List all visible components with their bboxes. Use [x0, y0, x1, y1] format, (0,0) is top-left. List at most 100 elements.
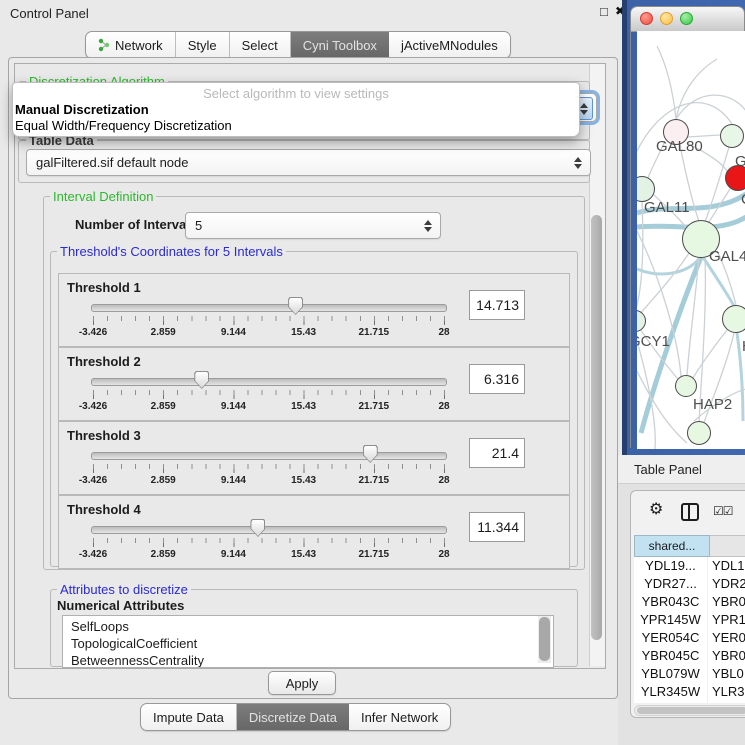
cell-name[interactable]: YLR3	[708, 683, 745, 701]
cell-shared-name[interactable]: YIL052C	[634, 701, 708, 703]
cell-name[interactable]: YDR2	[708, 575, 745, 593]
slider-thumb[interactable]	[194, 371, 209, 389]
table-row[interactable]: YPR145WYPR1	[634, 611, 745, 629]
table-row[interactable]: YLR345WYLR3	[634, 683, 745, 701]
table-row[interactable]: YDL19...YDL1	[634, 557, 745, 575]
minimize-window-icon[interactable]	[660, 12, 673, 25]
network-node[interactable]	[675, 375, 697, 397]
slider-tick-label: 15.43	[291, 401, 316, 412]
slider-tick-label: 2.859	[151, 549, 176, 560]
apply-button[interactable]: Apply	[268, 671, 336, 695]
cell-shared-name[interactable]: YBR043C	[634, 593, 708, 611]
attribute-item[interactable]: TopologicalCoefficient	[63, 635, 553, 652]
network-node[interactable]	[725, 165, 745, 191]
tab-discretize-data[interactable]: Discretize Data	[237, 704, 349, 730]
table-row[interactable]: YER054CYER0	[634, 629, 745, 647]
tab-label: Infer Network	[361, 710, 438, 725]
gear-icon[interactable]: ⚙	[649, 499, 663, 519]
tab-cyni-toolbox[interactable]: Cyni Toolbox	[291, 32, 389, 58]
algorithm-dropdown-popup: Select algorithm to view settings Manual…	[12, 82, 580, 137]
node-label: GAL11	[644, 199, 690, 216]
tab-select[interactable]: Select	[230, 32, 291, 58]
cell-name[interactable]: YBL0	[708, 665, 745, 683]
zoom-window-icon[interactable]	[680, 12, 693, 25]
cell-name[interactable]: YBR0	[708, 593, 745, 611]
threshold-label: Threshold 3	[67, 428, 141, 443]
cell-shared-name[interactable]: YLR345W	[634, 683, 708, 701]
slider-tick-label: 15.43	[291, 327, 316, 338]
threshold-value-field[interactable]: 14.713	[469, 290, 525, 320]
slider-tick-label: 2.859	[151, 475, 176, 486]
network-canvas[interactable]: GAL80GACGAL11GAL4GCY1HHAP2	[637, 31, 745, 449]
table-row[interactable]: YBR045CYBR0	[634, 647, 745, 665]
network-node[interactable]	[722, 305, 745, 333]
threshold-slider-track[interactable]	[91, 452, 447, 460]
combo-stepper-icon	[574, 157, 582, 169]
threshold-slider-track[interactable]	[91, 378, 447, 386]
slider-tick-label: 28	[438, 475, 449, 486]
slider-thumb[interactable]	[250, 519, 265, 537]
float-window-icon[interactable]: □	[600, 4, 608, 19]
slider-tick-label: 9.144	[221, 401, 246, 412]
cell-shared-name[interactable]: YDL19...	[634, 557, 708, 575]
slider-tick-label: 9.144	[221, 549, 246, 560]
slider-minor-ticks	[93, 316, 445, 321]
panel-title: Control Panel	[10, 6, 89, 21]
slider-thumb[interactable]	[288, 297, 303, 315]
cell-name[interactable]: YBR0	[708, 647, 745, 665]
slider-tick-label: 9.144	[221, 327, 246, 338]
table-row[interactable]: YIL052CYIL0	[634, 701, 745, 703]
dropdown-item-manual-discretization[interactable]: Manual Discretization	[15, 102, 149, 117]
dropdown-item-equal-width-frequency[interactable]: Equal Width/Frequency Discretization	[15, 118, 232, 133]
split-columns-icon[interactable]	[681, 503, 699, 521]
network-node[interactable]	[687, 421, 711, 445]
attribute-item[interactable]: SelfLoops	[63, 618, 553, 635]
checkbox-list-icon[interactable]: ☑☑	[713, 504, 733, 518]
network-window-titlebar[interactable]	[631, 7, 744, 32]
tab-jactivemnodules[interactable]: jActiveMNodules	[389, 32, 510, 58]
threshold-value-field[interactable]: 11.344	[469, 512, 525, 542]
cell-shared-name[interactable]: YDR27...	[634, 575, 708, 593]
threshold-value-field[interactable]: 6.316	[469, 364, 525, 394]
cell-name[interactable]: YPR1	[708, 611, 745, 629]
tab-infer-network[interactable]: Infer Network	[349, 704, 450, 730]
slider-thumb[interactable]	[363, 445, 378, 463]
cell-shared-name[interactable]: YBR045C	[634, 647, 708, 665]
horizontal-scrollbar-thumb[interactable]	[637, 707, 745, 714]
threshold-slider-track[interactable]	[91, 304, 447, 312]
table-row[interactable]: YBL079WYBL0	[634, 665, 745, 683]
tab-network[interactable]: Network	[86, 32, 176, 58]
horizontal-scrollbar[interactable]	[634, 705, 745, 716]
column-header-name[interactable]: na	[710, 535, 745, 557]
column-header-shared-name[interactable]: shared...	[634, 535, 710, 557]
table-panel-box: ⚙ ☑☑ shared... na YDL19...YDL1YDR27...YD…	[630, 490, 745, 718]
cell-shared-name[interactable]: YPR145W	[634, 611, 708, 629]
table-row[interactable]: YBR043CYBR0	[634, 593, 745, 611]
table-panel-titlebar: Table Panel	[618, 455, 745, 484]
cell-name[interactable]: YER0	[708, 629, 745, 647]
cell-shared-name[interactable]: YER054C	[634, 629, 708, 647]
slider-minor-ticks	[93, 464, 445, 469]
node-label: GAL4	[709, 248, 745, 265]
cell-name[interactable]: YIL0	[708, 701, 745, 703]
threshold-value-field[interactable]: 21.4	[469, 438, 525, 468]
cell-name[interactable]: YDL1	[708, 557, 745, 575]
slider-tick-label: 2.859	[151, 327, 176, 338]
tab-style[interactable]: Style	[176, 32, 230, 58]
table-panel: Table Panel ⚙ ☑☑ shared... na YDL19...YD…	[618, 455, 745, 745]
network-node[interactable]	[720, 124, 744, 148]
vertical-scrollbar-thumb[interactable]	[591, 215, 602, 640]
close-window-icon[interactable]	[640, 12, 653, 25]
attribute-item[interactable]: BetweennessCentrality	[63, 652, 553, 668]
table-data-combo[interactable]: galFiltered.sif default node	[26, 149, 591, 176]
attributes-scrollbar[interactable]	[538, 616, 551, 663]
table-row[interactable]: YDR27...YDR2	[634, 575, 745, 593]
cell-shared-name[interactable]: YBL079W	[634, 665, 708, 683]
threshold-label: Threshold 4	[67, 502, 141, 517]
tab-label: Impute Data	[153, 710, 224, 725]
number-of-intervals-combo[interactable]: 5	[185, 212, 441, 239]
threshold-slider-track[interactable]	[91, 526, 447, 534]
node-label: HAP2	[693, 396, 732, 413]
tab-impute-data[interactable]: Impute Data	[141, 704, 237, 730]
attributes-scrollbar-thumb[interactable]	[539, 617, 550, 661]
